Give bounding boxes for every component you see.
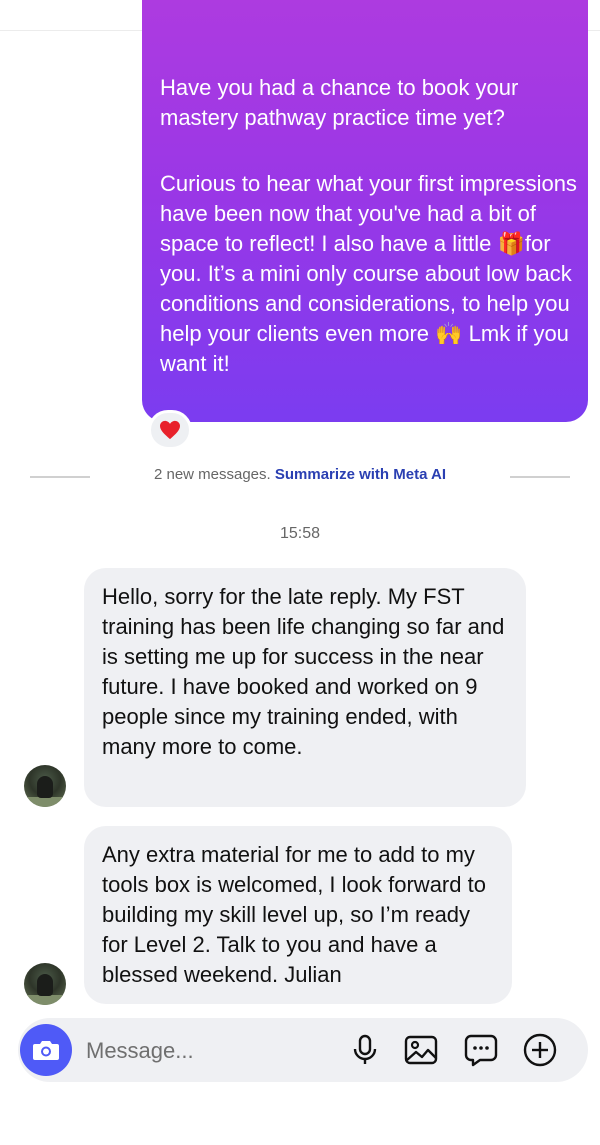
- heart-reaction[interactable]: [148, 410, 192, 450]
- image-icon: [404, 1035, 438, 1065]
- sticker-icon: [464, 1034, 498, 1067]
- new-messages-count: 2 new messages.: [153, 466, 271, 483]
- sticker-button[interactable]: [461, 1030, 501, 1070]
- camera-button[interactable]: [20, 1024, 72, 1076]
- microphone-button[interactable]: [345, 1030, 385, 1070]
- more-options-button[interactable]: [520, 1030, 560, 1070]
- new-messages-notice: 2 new messages. Summarize with Meta AI: [0, 466, 600, 483]
- gift-emoji: 🎁: [497, 231, 525, 256]
- received-message-bubble[interactable]: Any extra material for me to add to my t…: [84, 826, 512, 1004]
- message-timestamp: 15:58: [279, 525, 321, 542]
- sent-message-paragraph-2: Curious to hear what your first impressi…: [160, 169, 580, 379]
- message-composer: [18, 1018, 588, 1082]
- sender-avatar[interactable]: [24, 963, 66, 1005]
- summarize-with-meta-ai-link[interactable]: Summarize with Meta AI: [275, 466, 446, 483]
- sent-message-bubble[interactable]: Have you had a chance to book your maste…: [142, 0, 588, 422]
- heart-icon: [160, 420, 180, 440]
- camera-icon: [33, 1041, 59, 1060]
- microphone-icon: [353, 1034, 377, 1064]
- sent-message-paragraph-1: Have you had a chance to book your maste…: [160, 75, 519, 130]
- sender-avatar[interactable]: [24, 765, 66, 807]
- received-message-bubble[interactable]: Hello, sorry for the late reply. My FST …: [84, 568, 526, 807]
- raising-hands-emoji: 🙌: [435, 321, 463, 346]
- message-input[interactable]: [84, 1032, 338, 1070]
- gallery-button[interactable]: [401, 1030, 441, 1070]
- plus-icon: [523, 1033, 557, 1067]
